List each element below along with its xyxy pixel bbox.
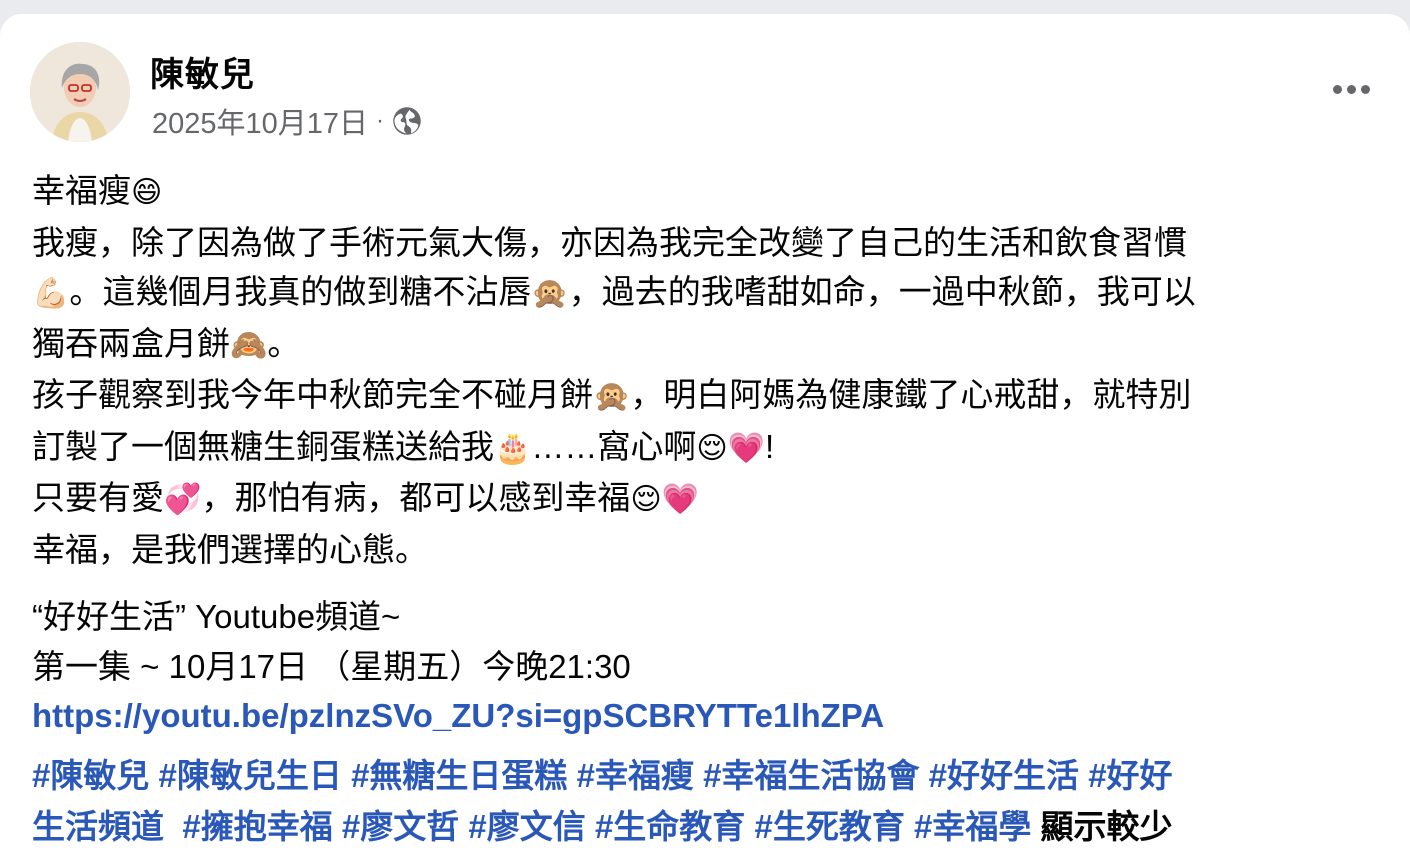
hashtag[interactable]: #幸福學 <box>914 808 1031 845</box>
hashtag[interactable]: #陳敏兒 <box>32 757 149 794</box>
relieved-face-emoji-icon: 😌 <box>630 483 662 516</box>
hashtag[interactable]: #好好 <box>1088 757 1172 794</box>
meta-separator: · <box>376 107 385 134</box>
post-line: 訂製了一個無糖生銅蛋糕送給我🎂……窩心啊😌💗! <box>32 422 1392 474</box>
post-card: 陳敏兒 2025年10月17日 · 幸福瘦😄 我瘦，除了因為做了手術元氣大傷，亦… <box>0 14 1410 864</box>
post-text: ，過去的我嗜甜如命，一過中秋節，我可以 <box>568 273 1196 310</box>
hashtag[interactable]: 生活頻道 <box>32 808 164 845</box>
speak-no-evil-monkey-emoji-icon: 🙊 <box>593 380 631 413</box>
post-text: 獨吞兩盒月餅 <box>32 324 230 362</box>
hashtag[interactable]: #幸福瘦 <box>577 757 694 794</box>
hashtags: #陳敏兒 #陳敏兒生日 #無糖生日蛋糕 #幸福瘦 #幸福生活協會 #好好生活 #… <box>32 750 1392 852</box>
hashtag[interactable]: #廖文哲 <box>342 808 459 845</box>
grinning-emoji-icon: 😄 <box>131 176 163 209</box>
post-text: 幸福，是我們選擇的心態。 <box>32 530 428 568</box>
post-line: 幸福，是我們選擇的心態。 <box>32 525 1392 575</box>
more-dot <box>1360 84 1370 94</box>
hashtag-line: #陳敏兒 #陳敏兒生日 #無糖生日蛋糕 #幸福瘦 #幸福生活協會 #好好生活 #… <box>32 750 1392 801</box>
post-text: ，那怕有病，都可以感到幸福 <box>201 479 631 516</box>
post-line: 幸福瘦😄 <box>32 166 1392 218</box>
post-text: ! <box>765 427 775 465</box>
post-line: 孩子觀察到我今年中秋節完全不碰月餅🙊，明白阿媽為健康鐵了心戒甜，就特別 <box>32 370 1392 422</box>
post-text: 訂製了一個無糖生銅蛋糕送給我 <box>32 427 494 465</box>
avatar[interactable] <box>30 42 130 142</box>
post-text: 。這幾個月我真的做到糖不沾唇 <box>69 273 532 310</box>
post-line: 我瘦，除了因為做了手術元氣大傷，亦因為我完全改變了自己的生活和飲食習慣 <box>32 218 1392 268</box>
avatar-image <box>30 42 130 142</box>
author-name[interactable]: 陳敏兒 <box>150 47 255 96</box>
post-meta: 2025年10月17日 · <box>152 100 422 142</box>
flexed-biceps-emoji-icon: 💪🏻 <box>32 277 70 310</box>
post-text: 我瘦，除了因為做了手術元氣大傷，亦因為我完全改變了自己的生活和飲食習慣 <box>32 223 1187 261</box>
hashtag[interactable]: #生死教育 <box>754 808 904 845</box>
post-text: 只要有愛 <box>32 479 164 516</box>
hashtag[interactable]: #生命教育 <box>595 808 745 845</box>
hashtag[interactable]: #廖文信 <box>468 808 585 845</box>
post-text: 。 <box>267 324 301 362</box>
post-date[interactable]: 2025年10月17日 <box>152 100 368 142</box>
post-text: 幸福瘦 <box>32 172 131 209</box>
globe-icon[interactable] <box>392 106 422 136</box>
hashtag[interactable]: #無糖生日蛋糕 <box>351 757 567 794</box>
post-text: 孩子觀察到我今年中秋節完全不碰月餅 <box>32 376 593 413</box>
post-line: 獨吞兩盒月餅🙈。 <box>32 319 1392 371</box>
hashtag[interactable]: #擁抱幸福 <box>182 808 332 845</box>
more-dot <box>1346 84 1356 94</box>
hashtag[interactable]: #幸福生活協會 <box>703 757 919 794</box>
post-line: 💪🏻。這幾個月我真的做到糖不沾唇🙊，過去的我嗜甜如命，一過中秋節，我可以 <box>32 267 1392 319</box>
show-less-button[interactable]: 顯示較少 <box>1041 808 1173 845</box>
episode-line: 第一集 ~ 10月17日 （星期五）今晚21:30 <box>32 647 631 685</box>
growing-heart-emoji-icon: 💗 <box>727 431 765 465</box>
relieved-face-emoji-icon: 😌 <box>696 431 728 465</box>
hashtag-line: 生活頻道 #擁抱幸福 #廖文哲 #廖文信 #生命教育 #生死教育 #幸福學 顯示… <box>32 801 1392 852</box>
hashtag[interactable]: #好好生活 <box>929 757 1079 794</box>
post-body: 幸福瘦😄 我瘦，除了因為做了手術元氣大傷，亦因為我完全改變了自己的生活和飲食習慣… <box>32 166 1392 741</box>
post-text: ……窩心啊 <box>531 427 697 465</box>
birthday-cake-emoji-icon: 🎂 <box>494 431 532 465</box>
hashtag[interactable]: #陳敏兒生日 <box>159 757 342 794</box>
more-dot <box>1332 84 1342 94</box>
two-hearts-emoji-icon: 💞 <box>164 483 202 516</box>
speak-no-evil-monkey-emoji-icon: 🙊 <box>531 277 569 310</box>
post-line: 只要有愛💞，那怕有病，都可以感到幸福😌💗 <box>32 473 1392 525</box>
post-text: ，明白阿媽為健康鐵了心戒甜，就特別 <box>630 376 1192 413</box>
see-no-evil-monkey-emoji-icon: 🙈 <box>230 328 268 362</box>
youtube-line: “好好生活” Youtube頻道~ <box>32 598 401 635</box>
youtube-link[interactable]: https://youtu.be/pzlnzSVo_ZU?si=gpSCBRYT… <box>32 691 1392 741</box>
growing-heart-emoji-icon: 💗 <box>661 483 699 516</box>
more-options-button[interactable] <box>1326 74 1376 104</box>
